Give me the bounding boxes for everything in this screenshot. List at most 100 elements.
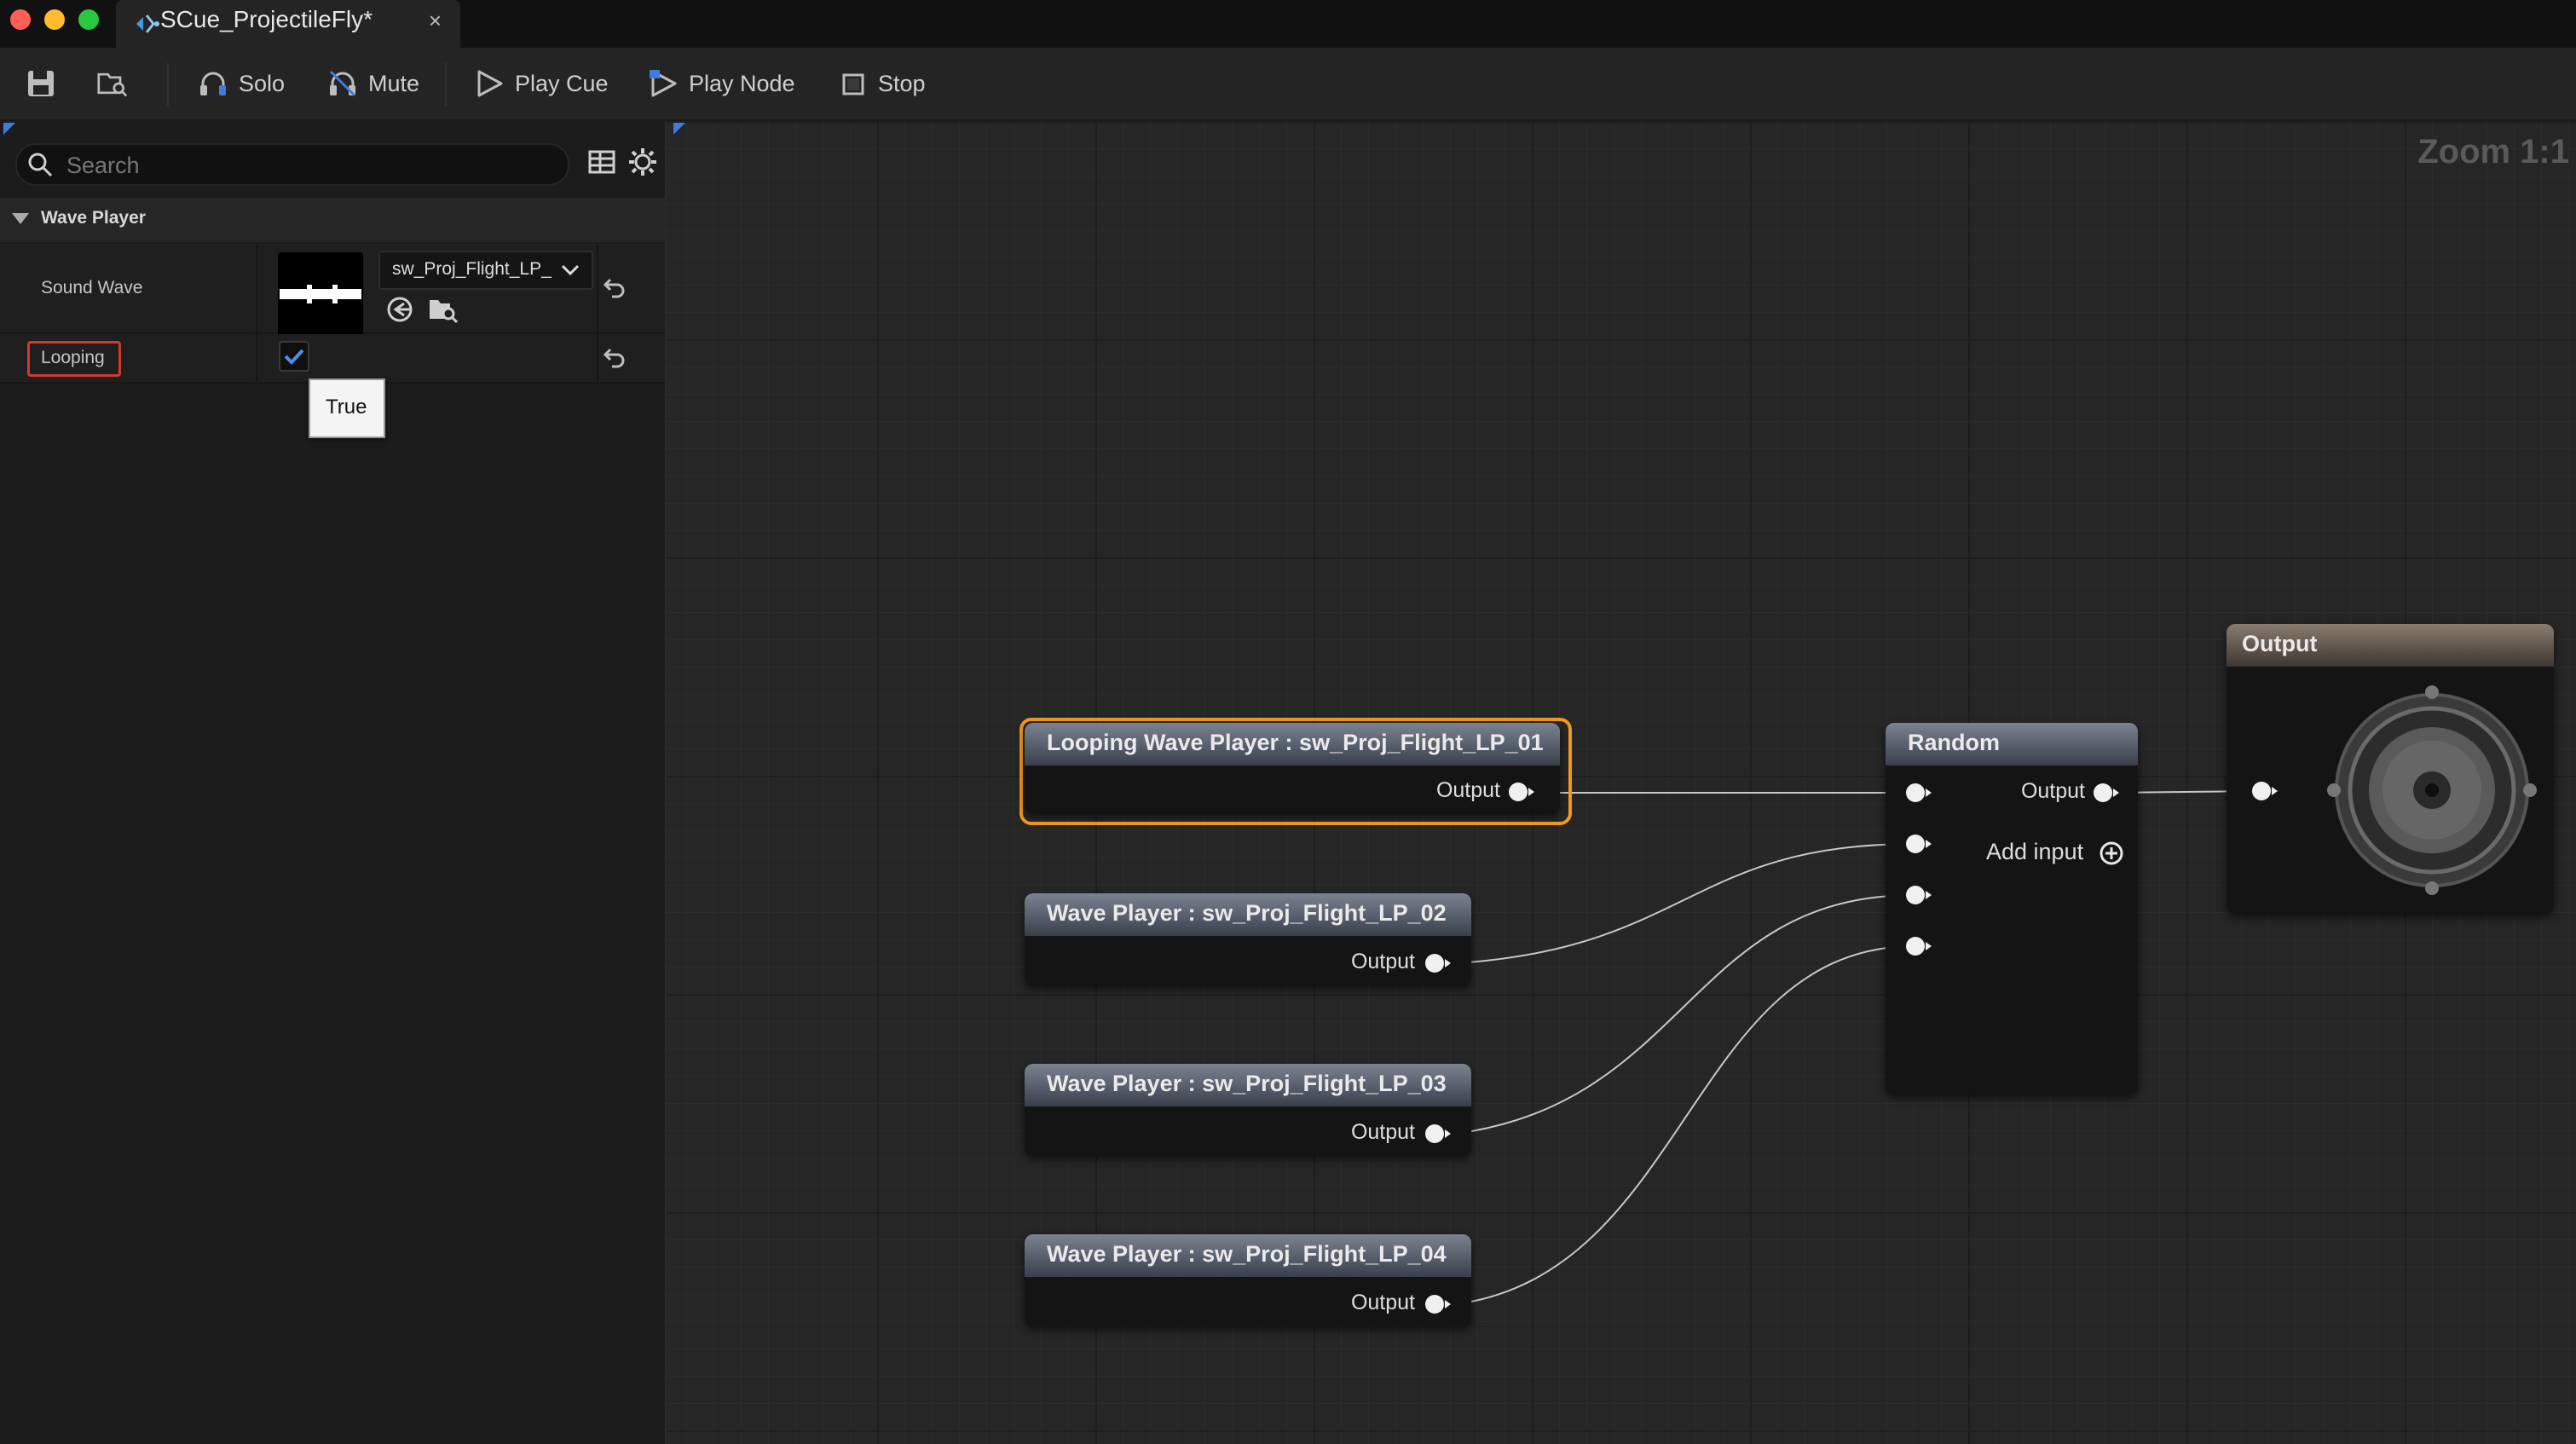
- sound-wave-value: sw_Proj_Flight_LP_: [392, 259, 552, 279]
- node-header: Random: [1886, 723, 2138, 765]
- sound-cue-icon: [136, 14, 159, 33]
- play-cue-label: Play Cue: [515, 70, 609, 96]
- minimize-window-button[interactable]: [44, 9, 65, 30]
- headphones-icon: [200, 72, 226, 95]
- reset-to-default-icon[interactable]: [602, 344, 627, 370]
- wire-wp3-random: [1455, 894, 1915, 1135]
- output-pin[interactable]: [1509, 783, 1534, 801]
- solo-button[interactable]: Solo: [198, 66, 285, 101]
- property-row-sound-wave: Sound Wave sw_Proj_Flight_LP_: [0, 244, 665, 341]
- column-divider: [256, 244, 257, 332]
- tooltip: True: [309, 378, 385, 438]
- panel-corner-marker: [3, 123, 15, 135]
- category-label: Wave Player: [41, 208, 146, 228]
- mute-label: Mute: [368, 70, 420, 96]
- output-pin[interactable]: [1425, 954, 1451, 973]
- node-header: Wave Player : sw_Proj_Flight_LP_04: [1025, 1234, 1471, 1277]
- stop-label: Stop: [878, 70, 926, 96]
- play-icon: [477, 70, 503, 97]
- toolbar-separator: [445, 63, 447, 106]
- output-pin[interactable]: [1425, 1295, 1451, 1314]
- input-pin-3[interactable]: [1906, 886, 1932, 904]
- save-icon: [28, 71, 54, 96]
- tooltip-text: True: [326, 396, 367, 419]
- property-row-looping: Looping: [0, 334, 665, 384]
- close-tab-button[interactable]: ×: [429, 8, 442, 34]
- browse-folder-icon[interactable]: [428, 295, 459, 324]
- looping-label: Looping: [41, 348, 105, 367]
- node-output[interactable]: Output: [2227, 624, 2554, 914]
- add-input-label: Add input: [1986, 839, 2084, 864]
- input-pin-1[interactable]: [1906, 783, 1932, 802]
- node-wave-player-03[interactable]: Wave Player : sw_Proj_Flight_LP_03 Outpu…: [1025, 1064, 1471, 1156]
- maximize-window-button[interactable]: [78, 9, 99, 30]
- add-input-button[interactable]: Add input: [1986, 834, 2131, 868]
- mute-button[interactable]: Mute: [327, 66, 419, 101]
- node-wave-player-04[interactable]: Wave Player : sw_Proj_Flight_LP_04 Outpu…: [1025, 1234, 1471, 1326]
- sound-wave-thumbnail[interactable]: [278, 252, 363, 341]
- looping-checkbox[interactable]: [279, 341, 309, 372]
- mute-icon: [329, 70, 356, 97]
- node-title: Random: [1908, 730, 2000, 755]
- settings-gear-icon[interactable]: [627, 147, 658, 177]
- play-node-icon: [650, 70, 677, 97]
- column-divider: [256, 334, 257, 382]
- node-header: Looping Wave Player : sw_Proj_Flight_LP_…: [1025, 723, 1560, 765]
- play-cue-button[interactable]: Play Cue: [474, 66, 609, 101]
- play-node-button[interactable]: Play Node: [648, 66, 795, 101]
- column-divider: [597, 334, 598, 382]
- input-pin[interactable]: [2252, 782, 2278, 800]
- graph-canvas[interactable]: Zoom 1:1 Looping Wave Player : sw_Proj_F…: [667, 121, 2576, 1444]
- node-header: Wave Player : sw_Proj_Flight_LP_02: [1025, 893, 1471, 936]
- output-pin-label: Output: [1350, 1120, 1415, 1144]
- add-circle-icon: [2099, 841, 2123, 865]
- column-divider: [597, 244, 598, 332]
- output-pin-label: Output: [1350, 950, 1415, 973]
- node-title: Wave Player : sw_Proj_Flight_LP_02: [1047, 900, 1447, 926]
- node-title: Wave Player : sw_Proj_Flight_LP_04: [1047, 1241, 1447, 1267]
- stop-button[interactable]: Stop: [837, 66, 926, 101]
- wire-wp4-random: [1455, 945, 1915, 1305]
- reset-to-default-icon[interactable]: [602, 274, 627, 300]
- search-input[interactable]: [65, 145, 554, 186]
- input-pin-2[interactable]: [1906, 835, 1932, 853]
- save-button[interactable]: [26, 66, 56, 101]
- node-header: Wave Player : sw_Proj_Flight_LP_03: [1025, 1064, 1471, 1106]
- details-panel: Wave Player Sound Wave sw_Proj_Flight_LP…: [0, 121, 667, 1444]
- node-header: Output: [2227, 624, 2554, 667]
- node-title: Output: [2242, 631, 2318, 656]
- output-pin-label: Output: [1435, 778, 1500, 802]
- search-box[interactable]: [15, 143, 569, 186]
- node-title: Looping Wave Player : sw_Proj_Flight_LP_…: [1047, 730, 1544, 755]
- node-wave-player-02[interactable]: Wave Player : sw_Proj_Flight_LP_02 Outpu…: [1025, 893, 1471, 985]
- title-bar: SCue_ProjectileFly* ×: [0, 0, 2576, 48]
- expand-arrow-icon[interactable]: [12, 213, 29, 224]
- wire-wp2-random: [1455, 843, 1915, 964]
- output-pin-label: Output: [1350, 1291, 1415, 1314]
- search-icon: [28, 153, 53, 177]
- table-view-icon[interactable]: [586, 147, 617, 177]
- play-node-label: Play Node: [689, 70, 795, 96]
- waveform-icon: [280, 285, 361, 303]
- output-pin-label: Output: [2020, 779, 2085, 803]
- toolbar-separator: [167, 63, 169, 106]
- sound-wave-label: Sound Wave: [41, 278, 143, 297]
- checkmark-icon: [284, 349, 304, 365]
- folder-search-icon: [97, 72, 128, 97]
- stop-icon: [842, 73, 864, 95]
- chevron-down-icon: [561, 264, 580, 276]
- node-title: Wave Player : sw_Proj_Flight_LP_03: [1047, 1071, 1447, 1096]
- speaker-icon: [2327, 685, 2537, 895]
- output-pin[interactable]: [1425, 1124, 1451, 1143]
- editor-tab[interactable]: SCue_ProjectileFly* ×: [116, 0, 460, 48]
- sound-wave-asset-dropdown[interactable]: sw_Proj_Flight_LP_: [378, 251, 593, 290]
- node-looping-wave-player-01[interactable]: Looping Wave Player : sw_Proj_Flight_LP_…: [1025, 723, 1560, 813]
- close-window-button[interactable]: [10, 9, 31, 30]
- browse-asset-button[interactable]: [97, 66, 128, 101]
- toolbar: Solo Mute Play Cue Play Node Stop: [0, 48, 2576, 121]
- use-selected-asset-icon[interactable]: [385, 295, 414, 324]
- output-pin[interactable]: [2094, 783, 2119, 802]
- node-random[interactable]: Random Output Add input: [1886, 723, 2138, 1095]
- category-wave-player[interactable]: Wave Player: [0, 198, 665, 242]
- input-pin-4[interactable]: [1906, 937, 1932, 956]
